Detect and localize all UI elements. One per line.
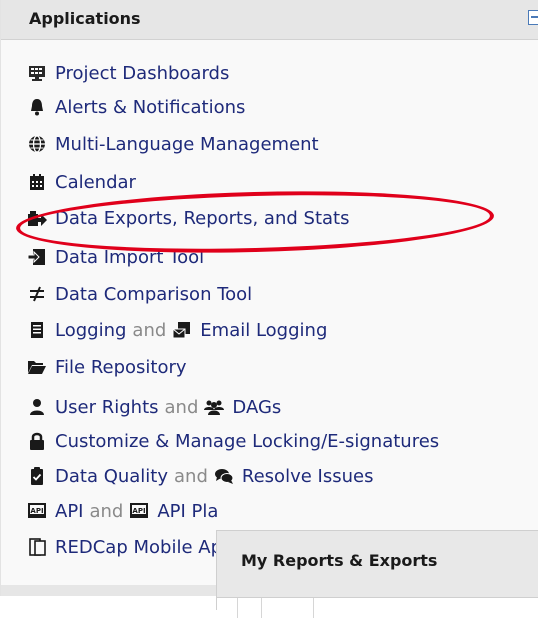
table-column-divider [261, 598, 262, 618]
log-icon [27, 320, 47, 340]
app-item-label: Project Dashboards [55, 62, 230, 84]
app-item-data-exports[interactable]: Data Exports, Reports, and Stats [27, 203, 349, 233]
data-quality-link[interactable]: Data Quality [55, 466, 168, 487]
not-equal-icon [27, 284, 47, 304]
conjunction: and [89, 500, 124, 522]
lock-icon [27, 431, 47, 451]
dags-link[interactable]: DAGs [232, 397, 281, 418]
users-icon [204, 397, 225, 417]
app-item-label: Data Import Tool [55, 246, 205, 268]
app-item-mobile-app[interactable]: REDCap Mobile App [27, 532, 217, 562]
popup-table-header [217, 597, 538, 618]
reports-exports-popup: My Reports & Exports [216, 530, 538, 618]
user-icon [27, 397, 47, 417]
api-playground-icon: API [129, 501, 149, 521]
app-item-multi-language[interactable]: Multi-Language Management [27, 129, 319, 159]
monitor-dashboard-icon [27, 63, 47, 83]
globe-icon [27, 134, 47, 154]
svg-text:API: API [133, 507, 146, 515]
app-item-file-repository[interactable]: File Repository [27, 352, 187, 382]
app-item-calendar[interactable]: Calendar [27, 167, 136, 197]
table-column-divider [313, 598, 314, 618]
bell-icon [27, 97, 47, 117]
api-icon: API [27, 501, 47, 521]
panel-header: Applications [1, 0, 538, 40]
app-item-label: Multi-Language Management [55, 133, 319, 155]
minus-box-icon[interactable] [528, 10, 538, 25]
app-item-project-dashboards[interactable]: Project Dashboards [27, 58, 229, 88]
logging-link[interactable]: Logging [55, 320, 126, 341]
app-item-api: API API and API API Playground [27, 496, 217, 526]
app-item-label: File Repository [55, 356, 187, 378]
conjunction: and [132, 319, 167, 341]
import-icon [27, 247, 47, 267]
popup-header: My Reports & Exports [217, 531, 538, 597]
app-item-label: Calendar [55, 171, 136, 193]
calendar-icon [27, 172, 47, 192]
panel-title: Applications [29, 9, 141, 28]
comments-icon [214, 466, 234, 486]
api-link[interactable]: API [55, 501, 83, 522]
applications-panel: Applications Project Dashboards Alerts &… [0, 0, 538, 596]
app-item-label: REDCap Mobile App [55, 536, 217, 558]
folder-open-icon [27, 357, 47, 377]
app-item-label: Alerts & Notifications [55, 96, 246, 118]
app-item-label: Data Exports, Reports, and Stats [55, 207, 350, 229]
conjunction: and [164, 396, 199, 418]
svg-text:API: API [30, 507, 43, 515]
app-item-user-rights: User Rights and DAGs [27, 392, 281, 422]
email-log-icon [172, 320, 192, 340]
table-column-divider [237, 598, 238, 618]
api-playground-link[interactable]: API Playground [157, 501, 217, 522]
app-item-data-comparison[interactable]: Data Comparison Tool [27, 279, 252, 309]
user-rights-link[interactable]: User Rights [55, 397, 159, 418]
resolve-issues-link[interactable]: Resolve Issues [242, 466, 374, 487]
app-item-locking[interactable]: Customize & Manage Locking/E-signatures [27, 426, 439, 456]
app-item-logging: Logging and Email Logging [27, 315, 327, 345]
conjunction: and [174, 465, 208, 487]
app-item-data-quality: Data Quality and Resolve Issues [27, 461, 373, 491]
export-icon [27, 208, 47, 228]
popup-title: My Reports & Exports [241, 551, 438, 570]
mobile-app-icon [27, 537, 47, 557]
app-item-label: Customize & Manage Locking/E-signatures [55, 430, 440, 452]
email-logging-link[interactable]: Email Logging [200, 320, 327, 341]
app-item-alerts[interactable]: Alerts & Notifications [27, 92, 245, 122]
panel-footer-band [1, 585, 217, 596]
app-item-data-import[interactable]: Data Import Tool [27, 246, 204, 268]
clipboard-check-icon [27, 466, 47, 486]
app-item-label: Data Comparison Tool [55, 283, 253, 305]
